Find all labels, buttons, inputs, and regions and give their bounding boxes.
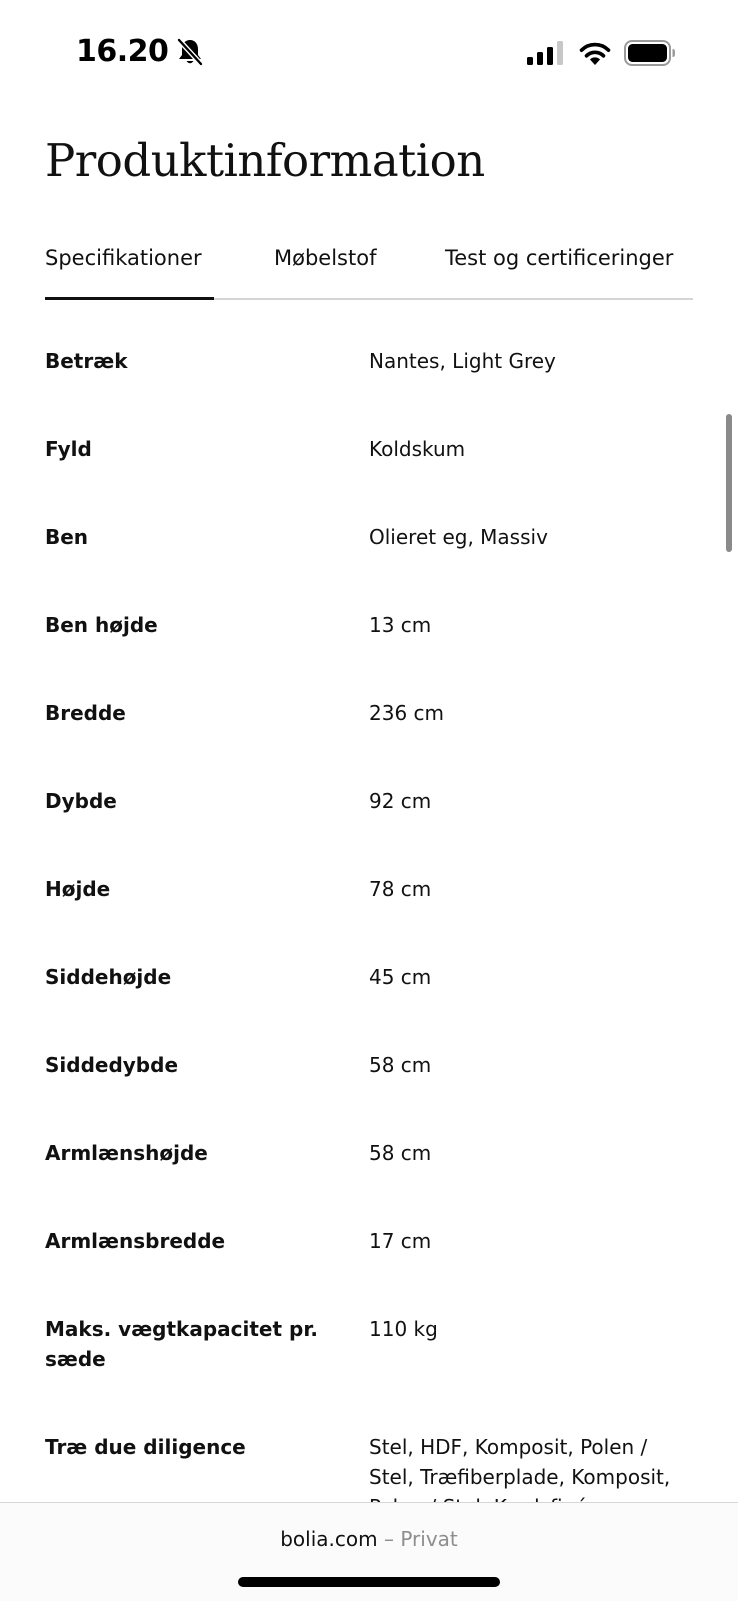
product-info-tabs: Specifikationer Møbelstof Test og certif… [45,236,693,300]
spec-label: Armlænsbredde [45,1229,226,1253]
spec-label: Træ due diligence [45,1435,246,1459]
spec-label: Ben højde [45,613,158,637]
spec-label: Ben [45,525,89,549]
spec-value: Koldskum [369,437,466,461]
spec-row-leg-height: Ben højde 13 cm [45,564,693,652]
spec-label: Siddehøjde [45,965,172,989]
status-icons [526,40,676,66]
spec-row-cover: Betræk Nantes, Light Grey [45,300,693,388]
spec-label: Bredde [45,701,126,725]
spec-label: Siddedybde [45,1053,179,1077]
spec-row-filling: Fyld Koldskum [45,388,693,476]
url-separator: – [383,1527,394,1551]
spec-row-depth: Dybde 92 cm [45,740,693,828]
status-bar: 16.20 [0,0,738,110]
spec-value: 45 cm [369,965,432,989]
spec-label: Betræk [45,349,128,373]
spec-row-wood-due-diligence: Træ due diligence Stel, HDF, Komposit, P… [45,1386,693,1502]
spec-row-legs: Ben Olieret eg, Massiv [45,476,693,564]
spec-row-seat-depth: Siddedybde 58 cm [45,1004,693,1092]
status-time-group: 16.20 [76,34,204,69]
spec-value: 58 cm [369,1053,432,1077]
spec-value: Olieret eg, Massiv [369,525,548,549]
spec-value: 236 cm [369,701,445,725]
spec-label: Højde [45,877,111,901]
spec-label: Maks. vægtkapacitet pr. sæde [45,1317,318,1371]
spec-value: 78 cm [369,877,432,901]
url-display[interactable]: bolia.com – Privat [0,1527,738,1551]
page-title: Produktinformation [45,134,485,187]
wifi-icon [579,42,611,65]
browsing-mode-label: Privat [400,1527,458,1551]
spec-value: 92 cm [369,789,432,813]
spec-value: Stel, HDF, Komposit, Polen / Stel, Træfi… [369,1435,671,1502]
spec-value: 17 cm [369,1229,432,1253]
tab-specifications[interactable]: Specifikationer [45,246,202,270]
specifications-panel[interactable]: Betræk Nantes, Light Grey Fyld Koldskum … [0,300,738,1502]
browser-address-bar[interactable]: bolia.com – Privat [0,1502,738,1601]
cellular-signal-icon [527,41,563,65]
spec-label: Dybde [45,789,117,813]
specifications-list: Betræk Nantes, Light Grey Fyld Koldskum … [45,300,693,1502]
home-indicator[interactable] [238,1577,500,1587]
battery-icon [624,40,675,66]
spec-row-max-weight: Maks. vægtkapacitet pr. sæde 110 kg [45,1268,693,1386]
spec-label: Armlænshøjde [45,1141,208,1165]
spec-value: Nantes, Light Grey [369,349,556,373]
spec-label: Fyld [45,437,92,461]
spec-row-height: Højde 78 cm [45,828,693,916]
tab-tests-certifications[interactable]: Test og certificeringer [445,246,673,270]
scroll-indicator[interactable] [726,414,732,552]
tab-upholstery-fabric[interactable]: Møbelstof [274,246,376,270]
spec-value: 58 cm [369,1141,432,1165]
bell-slash-icon [176,37,204,66]
spec-value: 13 cm [369,613,432,637]
spec-value: 110 kg [369,1317,438,1341]
url-domain: bolia.com [280,1527,378,1551]
status-time: 16.20 [76,34,169,69]
spec-row-armrest-width: Armlænsbredde 17 cm [45,1180,693,1268]
spec-row-width: Bredde 236 cm [45,652,693,740]
spec-row-armrest-height: Armlænshøjde 58 cm [45,1092,693,1180]
spec-row-seat-height: Siddehøjde 45 cm [45,916,693,1004]
